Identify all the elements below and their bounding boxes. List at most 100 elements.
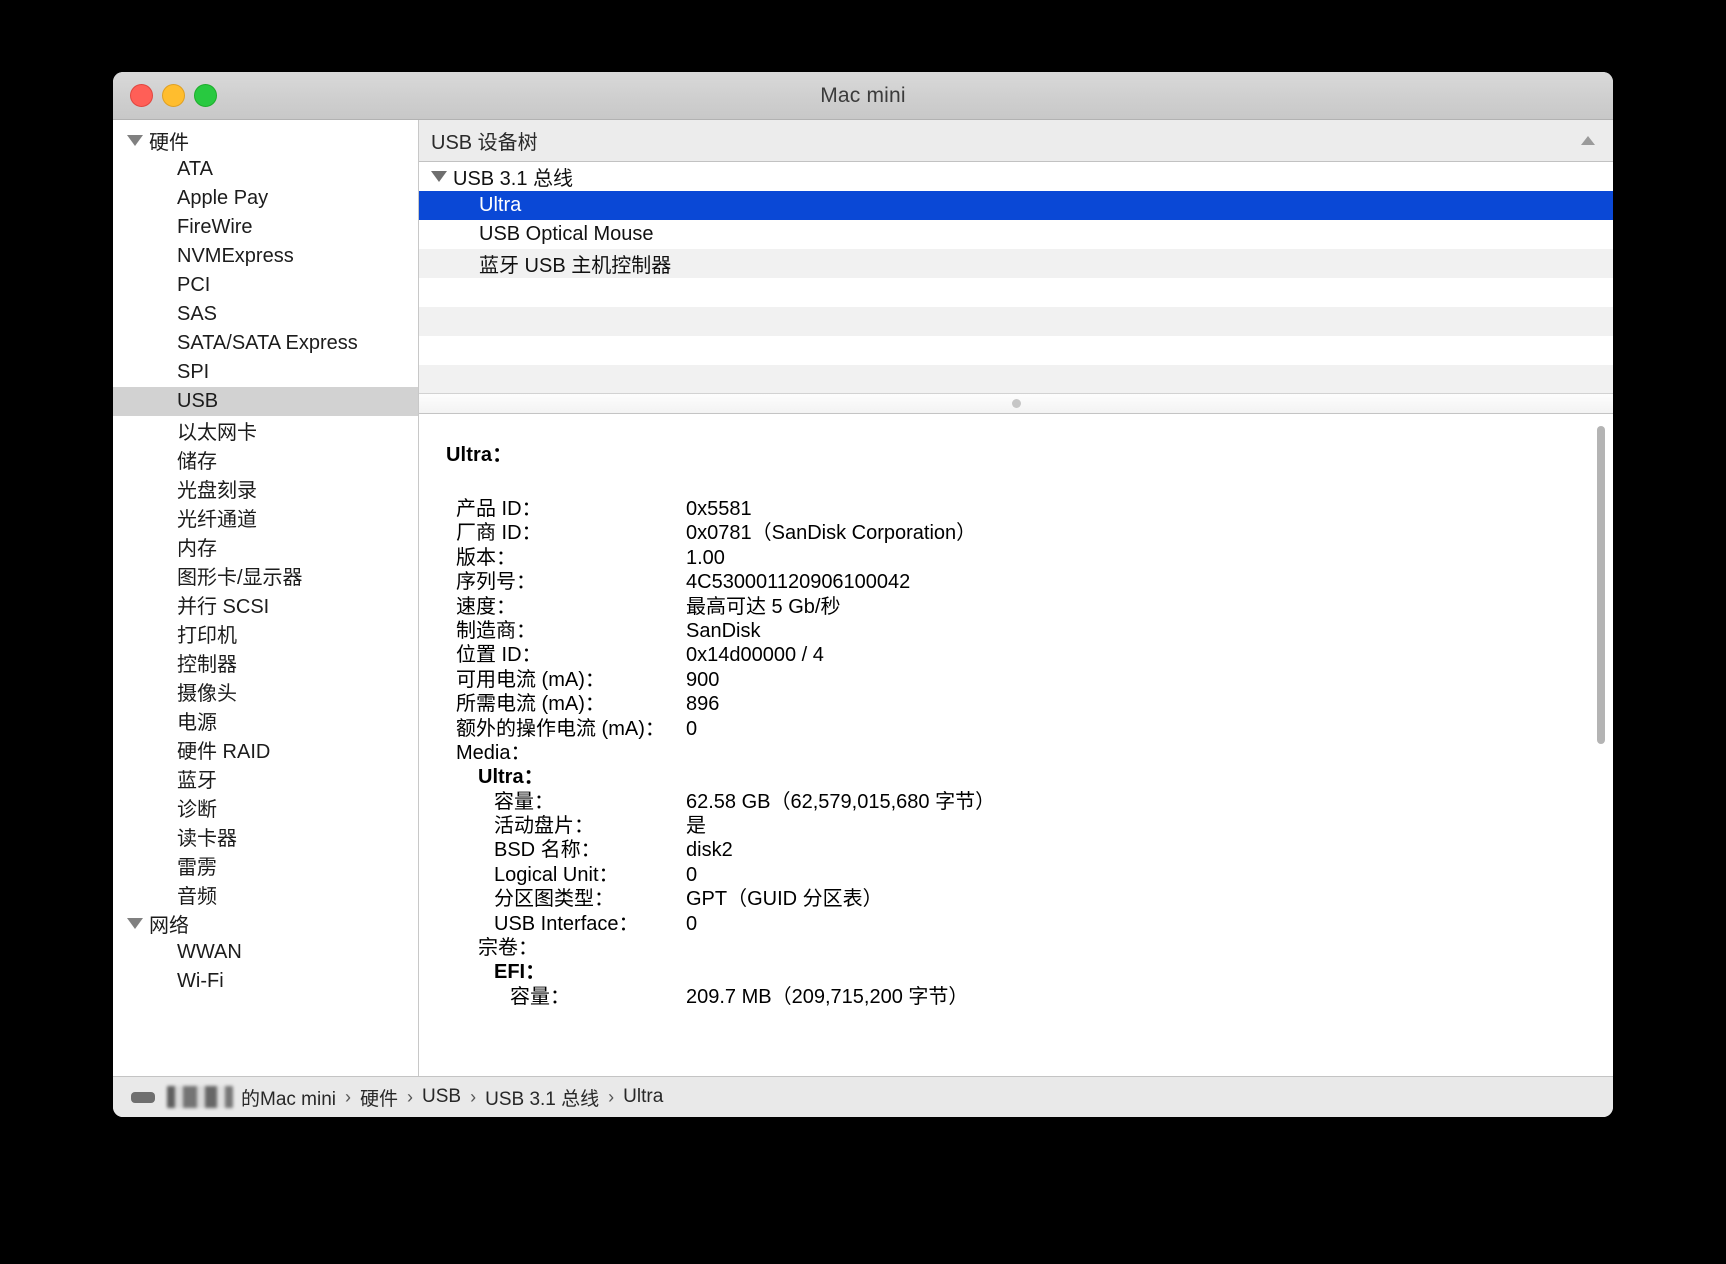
tree-row-label: USB Optical Mouse: [479, 223, 654, 245]
tree-row-label: Ultra: [479, 194, 522, 216]
sidebar-item-controller[interactable]: 控制器: [113, 648, 418, 677]
detail-row: BSD 名称： disk2: [446, 833, 1563, 861]
tree-row[interactable]: 蓝牙 USB 主机控制器: [419, 249, 1613, 278]
detail-value: 是: [686, 815, 706, 838]
screen: Mac mini 硬件 ATA Apple Pay FireWire NVMEx…: [0, 0, 1726, 1264]
detail-row: 序列号： 4C530001120906100042: [446, 565, 1563, 593]
sidebar-item-label: 电源: [177, 712, 217, 734]
sidebar-item-apple-pay[interactable]: Apple Pay: [113, 184, 418, 213]
sidebar-item-label: 音频: [177, 886, 217, 908]
tree-row-empty: [419, 307, 1613, 336]
sidebar-item-firewire[interactable]: FireWire: [113, 213, 418, 242]
sidebar-item-label: NVMExpress: [177, 245, 294, 267]
sidebar-item-label: SATA/SATA Express: [177, 332, 358, 354]
sidebar-item-thunderbolt[interactable]: 雷雳: [113, 851, 418, 880]
sidebar-item-fibre-channel[interactable]: 光纤通道: [113, 503, 418, 532]
detail-row: 分区图类型： GPT（GUID 分区表）: [446, 882, 1563, 910]
disclosure-triangle-down-icon[interactable]: [127, 135, 143, 146]
sidebar-item-camera[interactable]: 摄像头: [113, 677, 418, 706]
tree-row-label: USB 3.1 总线: [453, 168, 574, 190]
maximize-window-button[interactable]: [194, 84, 217, 107]
sidebar-item-label: 摄像头: [177, 683, 237, 705]
sidebar-item-ethernet[interactable]: 以太网卡: [113, 416, 418, 445]
sidebar-item-wifi[interactable]: Wi-Fi: [113, 967, 418, 996]
detail-row: USB Interface： 0: [446, 907, 1563, 935]
sidebar-group-hardware[interactable]: 硬件: [113, 126, 418, 155]
detail-row: 容量： 62.58 GB（62,579,015,680 字节）: [446, 785, 1563, 813]
breadcrumb-item-ultra[interactable]: Ultra: [623, 1086, 663, 1108]
mac-mini-icon: [131, 1091, 155, 1103]
detail-row: 速度： 最高可达 5 Gb/秒: [446, 590, 1563, 618]
detail-row: 位置 ID： 0x14d00000 / 4: [446, 638, 1563, 666]
close-window-button[interactable]: [130, 84, 153, 107]
detail-value: 62.58 GB（62,579,015,680 字节）: [686, 790, 996, 813]
detail-row: 所需电流 (mA)： 896: [446, 687, 1563, 715]
sidebar-item-spi[interactable]: SPI: [113, 358, 418, 387]
sidebar-item-ata[interactable]: ATA: [113, 155, 418, 184]
detail-row: 厂商 ID： 0x0781（SanDisk Corporation）: [446, 516, 1563, 544]
sidebar-item-hardware-raid[interactable]: 硬件 RAID: [113, 735, 418, 764]
sidebar-item-usb[interactable]: USB: [113, 387, 418, 416]
disclosure-triangle-down-icon[interactable]: [431, 171, 447, 182]
breadcrumb-item-usb-bus[interactable]: USB 3.1 总线: [485, 1084, 599, 1111]
sidebar-item-disc-burning[interactable]: 光盘刻录: [113, 474, 418, 503]
sidebar-item-label: 图形卡/显示器: [177, 567, 303, 589]
sidebar-item-pci[interactable]: PCI: [113, 271, 418, 300]
sidebar-item-parallel-scsi[interactable]: 并行 SCSI: [113, 590, 418, 619]
chevron-up-icon[interactable]: [1581, 136, 1595, 145]
window-title: Mac mini: [820, 83, 906, 107]
detail-value: disk2: [686, 839, 733, 862]
splitter-handle-icon[interactable]: [1011, 399, 1021, 408]
window-titlebar: Mac mini: [113, 72, 1613, 120]
sidebar-item-label: FireWire: [177, 216, 253, 238]
sidebar-item-storage[interactable]: 储存: [113, 445, 418, 474]
tree-row[interactable]: USB Optical Mouse: [419, 220, 1613, 249]
sidebar-item-sas[interactable]: SAS: [113, 300, 418, 329]
sidebar-item-sata[interactable]: SATA/SATA Express: [113, 329, 418, 358]
pane-splitter[interactable]: [419, 393, 1613, 414]
sidebar-item-label: SAS: [177, 303, 218, 325]
sidebar[interactable]: 硬件 ATA Apple Pay FireWire NVMExpress PCI…: [113, 120, 419, 1076]
detail-value: 0: [686, 912, 698, 935]
sidebar-item-card-reader[interactable]: 读卡器: [113, 822, 418, 851]
detail-value: SanDisk: [686, 619, 761, 642]
sidebar-item-label: 雷雳: [177, 857, 217, 879]
sidebar-item-memory[interactable]: 内存: [113, 532, 418, 561]
detail-value: 900: [686, 668, 720, 691]
breadcrumb-item-hardware[interactable]: 硬件: [360, 1084, 398, 1111]
sidebar-item-label: WWAN: [177, 941, 242, 963]
sidebar-item-label: Apple Pay: [177, 187, 269, 209]
sidebar-item-audio[interactable]: 音频: [113, 880, 418, 909]
minimize-window-button[interactable]: [162, 84, 185, 107]
tree-row[interactable]: USB 3.1 总线: [419, 162, 1613, 191]
sidebar-item-label: 打印机: [177, 625, 237, 647]
sidebar-item-graphics-displays[interactable]: 图形卡/显示器: [113, 561, 418, 590]
detail-value: GPT（GUID 分区表）: [686, 888, 883, 911]
sidebar-item-label: Wi-Fi: [177, 970, 224, 992]
sidebar-group-label: 硬件: [149, 132, 189, 154]
sidebar-item-wwan[interactable]: WWAN: [113, 938, 418, 967]
breadcrumb-separator: ›: [345, 1086, 352, 1107]
sidebar-item-nvmexpress[interactable]: NVMExpress: [113, 242, 418, 271]
breadcrumb-separator: ›: [470, 1086, 477, 1107]
section-header[interactable]: USB 设备树: [419, 120, 1613, 162]
sidebar-item-bluetooth[interactable]: 蓝牙: [113, 764, 418, 793]
sidebar-item-label: 控制器: [177, 654, 237, 676]
detail-scrollbar-thumb[interactable]: [1597, 426, 1605, 744]
sidebar-item-diagnostics[interactable]: 诊断: [113, 793, 418, 822]
detail-row: 版本： 1.00: [446, 541, 1563, 569]
sidebar-item-label: 读卡器: [177, 828, 237, 850]
sidebar-item-label: 蓝牙: [177, 770, 217, 792]
detail-value: 0x14d00000 / 4: [686, 644, 824, 667]
sidebar-item-printers[interactable]: 打印机: [113, 619, 418, 648]
sidebar-item-label: 诊断: [177, 799, 217, 821]
tree-row[interactable]: Ultra: [419, 191, 1613, 220]
sidebar-group-network[interactable]: 网络: [113, 909, 418, 938]
detail-key: 容量：: [510, 985, 570, 1008]
system-information-window: Mac mini 硬件 ATA Apple Pay FireWire NVMEx…: [113, 72, 1613, 1117]
sidebar-item-power[interactable]: 电源: [113, 706, 418, 735]
breadcrumb-device[interactable]: 的Mac mini: [241, 1084, 336, 1111]
usb-device-tree[interactable]: USB 3.1 总线 Ultra USB Optical Mouse 蓝牙 US…: [419, 162, 1613, 393]
disclosure-triangle-down-icon[interactable]: [127, 918, 143, 929]
breadcrumb-item-usb[interactable]: USB: [422, 1086, 461, 1108]
